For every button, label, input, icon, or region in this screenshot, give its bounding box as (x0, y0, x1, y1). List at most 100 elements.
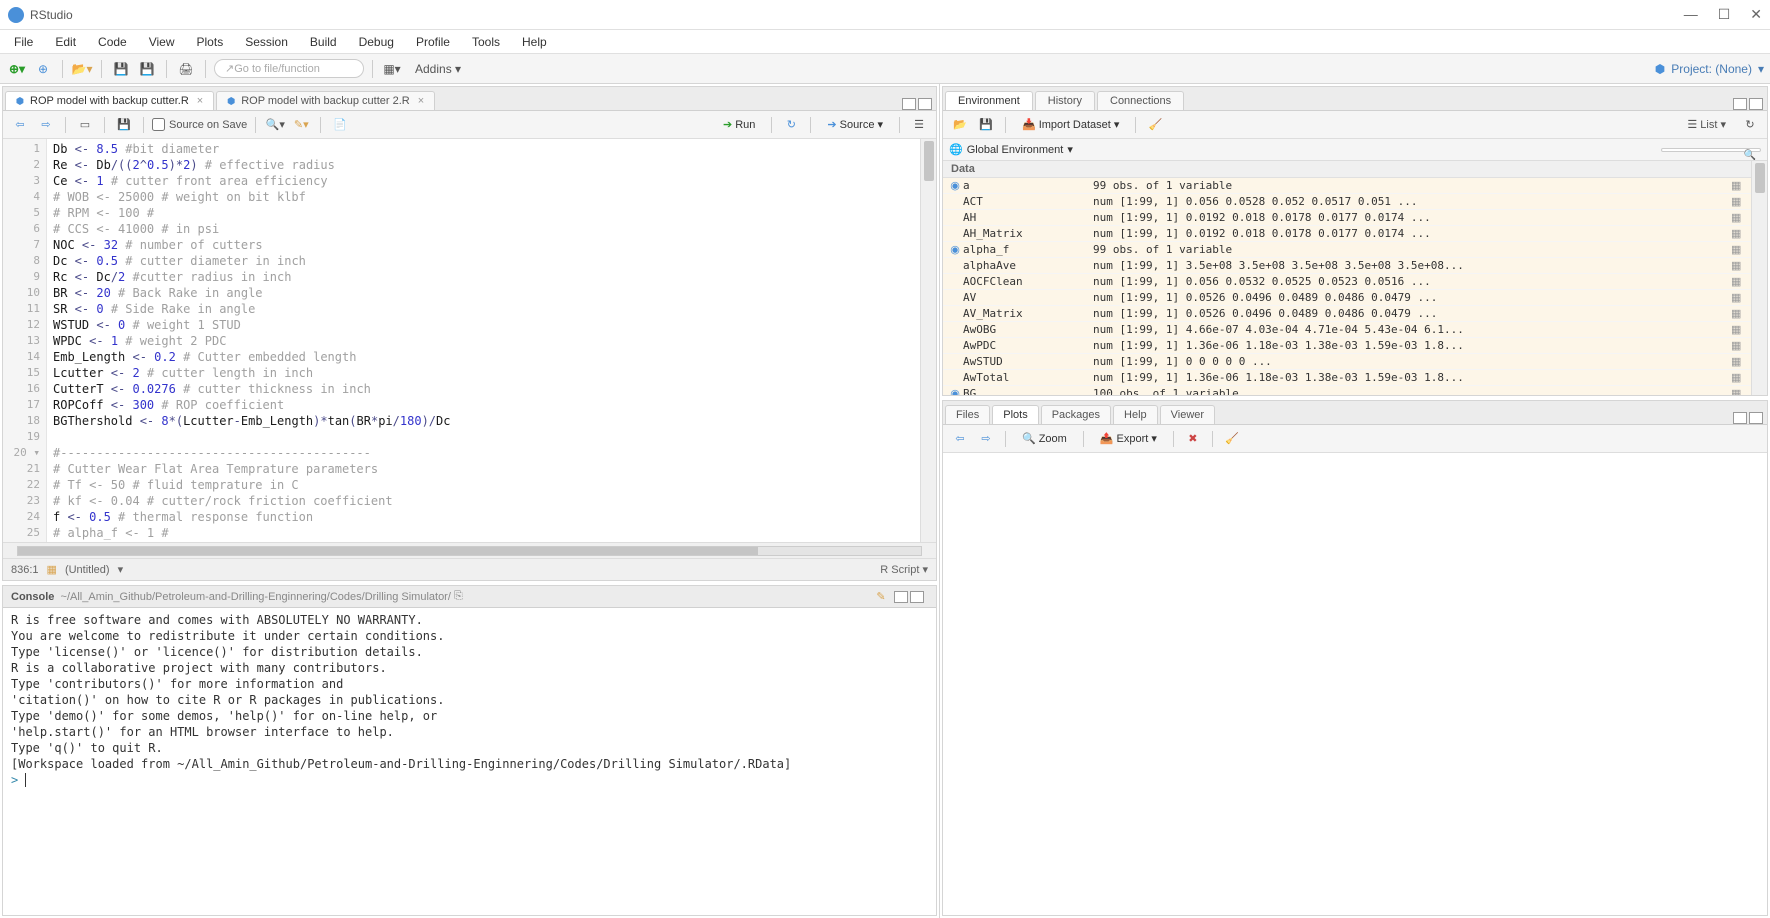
expand-icon[interactable] (947, 211, 963, 224)
grid-icon[interactable]: ▦ (1731, 275, 1747, 288)
close-tab-icon[interactable]: × (418, 95, 424, 107)
expand-icon[interactable] (947, 195, 963, 208)
clear-env-button[interactable]: 🧹 (1144, 114, 1166, 136)
grid-icon[interactable]: ▦ (1731, 179, 1747, 192)
remove-plot-button[interactable]: ✖ (1182, 428, 1204, 450)
menu-edit[interactable]: Edit (45, 33, 86, 51)
back-button[interactable]: ⇦ (9, 114, 31, 136)
project-menu[interactable]: ⬢ Project: (None) ▾ (1655, 62, 1764, 76)
refresh-env-button[interactable]: ↻ (1739, 114, 1761, 136)
env-row[interactable]: alphaAvenum [1:99, 1] 3.5e+08 3.5e+08 3.… (943, 258, 1751, 274)
print-button[interactable]: 🖨 (175, 58, 197, 80)
grid-icon[interactable]: ▦ (1731, 323, 1747, 336)
expand-icon[interactable] (947, 339, 963, 352)
env-row[interactable]: AH_Matrixnum [1:99, 1] 0.0192 0.018 0.01… (943, 226, 1751, 242)
minimize-button[interactable]: — (1684, 6, 1698, 23)
prev-plot-button[interactable]: ⇦ (949, 428, 971, 450)
maximize-env-icon[interactable] (1749, 98, 1763, 110)
save-workspace-button[interactable]: 💾 (975, 114, 997, 136)
expand-icon[interactable] (947, 259, 963, 272)
addins-button[interactable]: Addins ▾ (407, 60, 469, 78)
plots-tab-files[interactable]: Files (945, 405, 990, 424)
env-tab-environment[interactable]: Environment (945, 91, 1033, 110)
grid-icon[interactable]: ▦ (1731, 355, 1747, 368)
grid-icon[interactable]: ▦ (1731, 339, 1747, 352)
show-in-new-window-button[interactable]: ▭ (74, 114, 96, 136)
expand-icon[interactable]: ◉ (947, 387, 963, 395)
code-editor[interactable]: 1234567891011121314151617181920 ▾2122232… (3, 139, 936, 542)
menu-tools[interactable]: Tools (462, 33, 510, 51)
source-on-save-checkbox[interactable]: Source on Save (152, 118, 247, 131)
env-row[interactable]: ◉a99 obs. of 1 variable▦ (943, 178, 1751, 194)
outline-button[interactable]: ☰ (908, 114, 930, 136)
env-row[interactable]: ◉BG100 obs. of 1 variable▦ (943, 386, 1751, 395)
env-row[interactable]: AwTotalnum [1:99, 1] 1.36e-06 1.18e-03 1… (943, 370, 1751, 386)
maximize-button[interactable]: ☐ (1718, 6, 1731, 23)
menu-session[interactable]: Session (235, 33, 298, 51)
grid-icon[interactable]: ▦ (1731, 195, 1747, 208)
grid-icon[interactable]: ▦▾ (381, 58, 403, 80)
import-dataset-button[interactable]: 📥 Import Dataset ▾ (1014, 116, 1127, 133)
menu-view[interactable]: View (139, 33, 185, 51)
expand-icon[interactable] (947, 227, 963, 240)
horizontal-scrollbar[interactable] (3, 542, 936, 558)
source-button[interactable]: ➔Source ▾ (819, 116, 891, 133)
menu-build[interactable]: Build (300, 33, 347, 51)
env-row[interactable]: AHnum [1:99, 1] 0.0192 0.018 0.0178 0.01… (943, 210, 1751, 226)
minimize-pane-icon[interactable] (902, 98, 916, 110)
env-search-input[interactable] (1661, 148, 1761, 152)
plots-tab-help[interactable]: Help (1113, 405, 1158, 424)
maximize-plots-icon[interactable] (1749, 412, 1763, 424)
env-row[interactable]: AOCFCleannum [1:99, 1] 0.056 0.0532 0.05… (943, 274, 1751, 290)
expand-icon[interactable] (947, 291, 963, 304)
load-workspace-button[interactable]: 📂 (949, 114, 971, 136)
zoom-button[interactable]: 🔍 Zoom (1014, 430, 1075, 447)
minimize-console-icon[interactable] (894, 591, 908, 603)
menu-help[interactable]: Help (512, 33, 557, 51)
grid-icon[interactable]: ▦ (1731, 227, 1747, 240)
expand-icon[interactable] (947, 371, 963, 384)
scope-selector[interactable]: Global Environment (967, 144, 1064, 156)
menu-plots[interactable]: Plots (187, 33, 234, 51)
maximize-pane-icon[interactable] (918, 98, 932, 110)
environment-list[interactable]: Data ◉a99 obs. of 1 variable▦ACTnum [1:9… (943, 161, 1767, 395)
env-tab-connections[interactable]: Connections (1097, 91, 1184, 110)
grid-icon[interactable]: ▦ (1731, 291, 1747, 304)
rerun-button[interactable]: ↻ (780, 114, 802, 136)
expand-icon[interactable] (947, 355, 963, 368)
env-row[interactable]: AVnum [1:99, 1] 0.0526 0.0496 0.0489 0.0… (943, 290, 1751, 306)
menu-code[interactable]: Code (88, 33, 137, 51)
open-file-button[interactable]: 📂▾ (71, 58, 93, 80)
view-mode-button[interactable]: ☰ List ▾ (1678, 115, 1735, 134)
run-button[interactable]: ➔Run (715, 116, 763, 133)
menu-debug[interactable]: Debug (349, 33, 404, 51)
grid-icon[interactable]: ▦ (1731, 371, 1747, 384)
env-row[interactable]: AV_Matrixnum [1:99, 1] 0.0526 0.0496 0.0… (943, 306, 1751, 322)
expand-icon[interactable]: ◉ (947, 179, 963, 192)
new-project-button[interactable]: ⊕ (32, 58, 54, 80)
expand-icon[interactable] (947, 275, 963, 288)
compile-report-button[interactable]: 📄 (329, 114, 351, 136)
save-source-button[interactable]: 💾 (113, 114, 135, 136)
minimize-env-icon[interactable] (1733, 98, 1747, 110)
forward-button[interactable]: ⇨ (35, 114, 57, 136)
grid-icon[interactable]: ▦ (1731, 243, 1747, 256)
grid-icon[interactable]: ▦ (1731, 307, 1747, 320)
goto-file-input[interactable]: ↗ Go to file/function (214, 59, 364, 78)
console-output[interactable]: R is free software and comes with ABSOLU… (3, 608, 936, 915)
clear-plots-button[interactable]: 🧹 (1221, 428, 1243, 450)
menu-profile[interactable]: Profile (406, 33, 460, 51)
expand-icon[interactable] (947, 307, 963, 320)
save-button[interactable]: 💾 (110, 58, 132, 80)
minimize-plots-icon[interactable] (1733, 412, 1747, 424)
grid-icon[interactable]: ▦ (1731, 211, 1747, 224)
source-tab-0[interactable]: ⬢ROP model with backup cutter.R× (5, 91, 214, 110)
env-row[interactable]: ACTnum [1:99, 1] 0.056 0.0528 0.052 0.05… (943, 194, 1751, 210)
env-row[interactable]: AwSTUDnum [1:99, 1] 0 0 0 0 0 ...▦ (943, 354, 1751, 370)
grid-icon[interactable]: ▦ (1731, 387, 1747, 395)
plots-tab-viewer[interactable]: Viewer (1160, 405, 1215, 424)
next-plot-button[interactable]: ⇨ (975, 428, 997, 450)
new-file-button[interactable]: ⊕▾ (6, 58, 28, 80)
source-tab-1[interactable]: ⬢ROP model with backup cutter 2.R× (216, 91, 435, 110)
grid-icon[interactable]: ▦ (1731, 259, 1747, 272)
